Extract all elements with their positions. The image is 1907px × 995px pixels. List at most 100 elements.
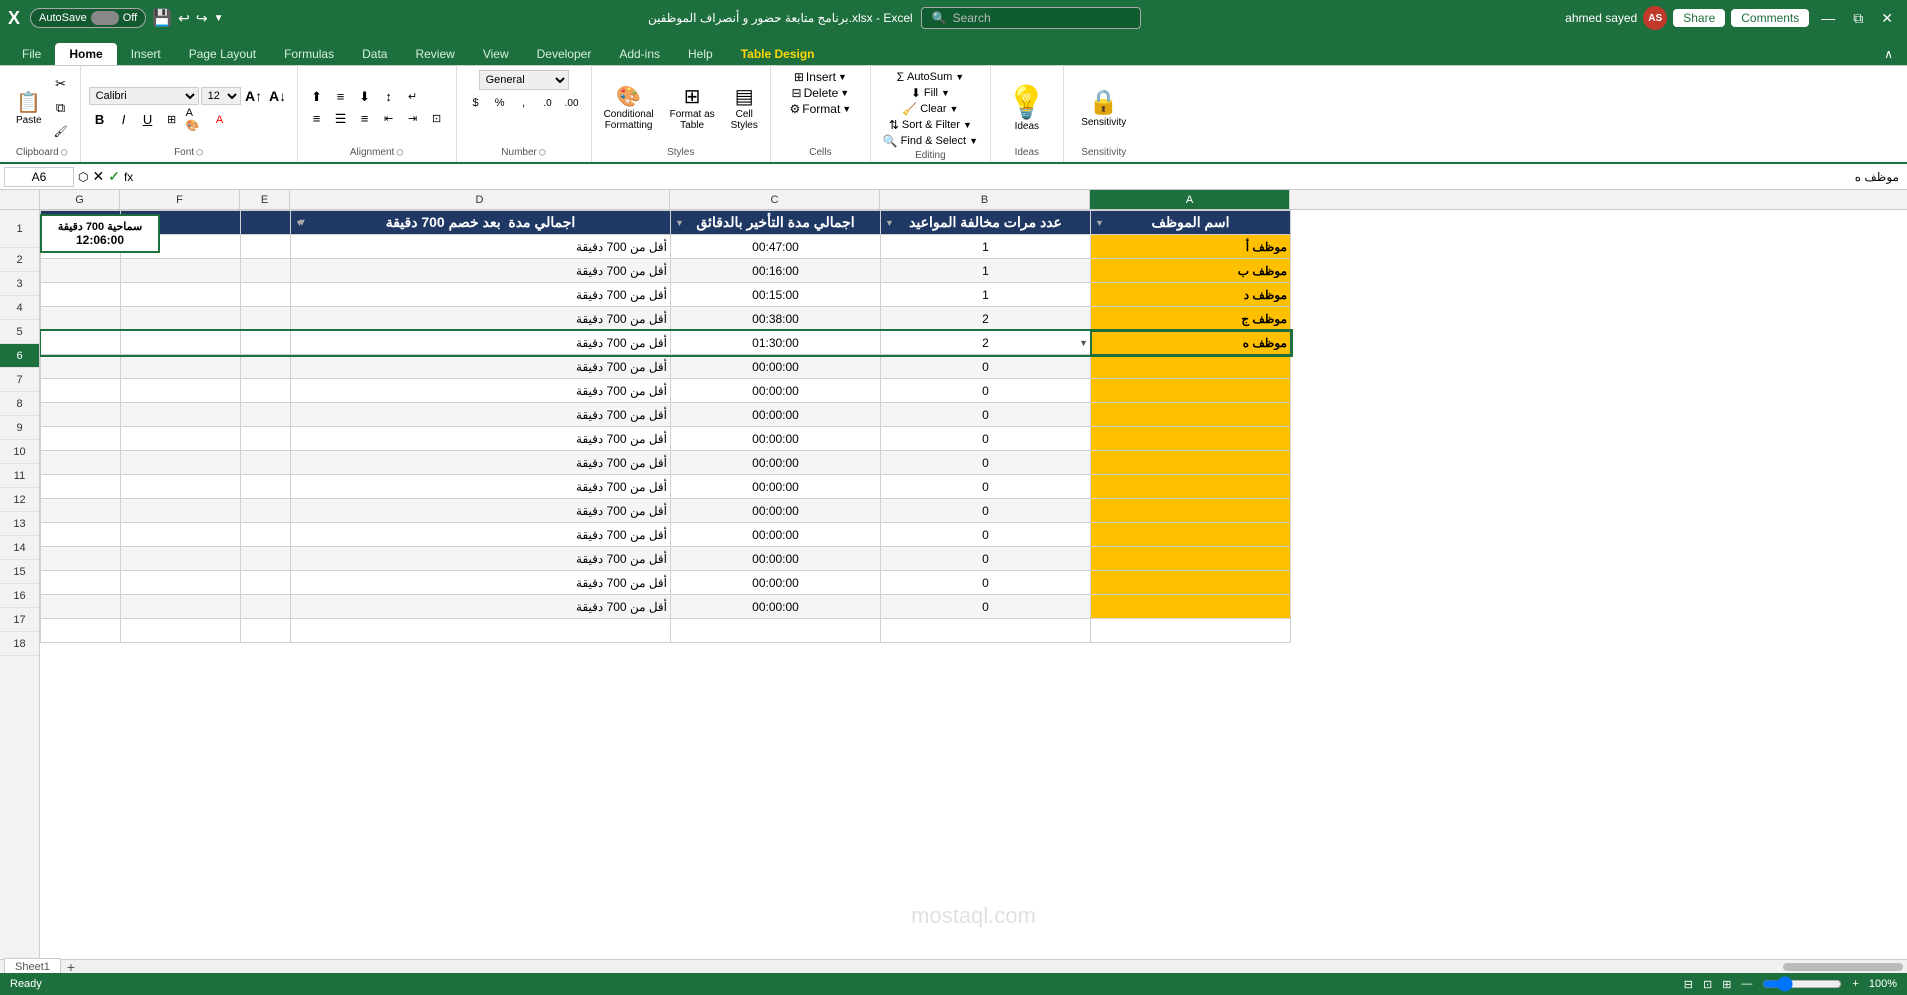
comma-btn[interactable]: , <box>513 93 535 113</box>
cell-c3[interactable]: 00:16:00 <box>671 259 881 283</box>
row-13[interactable]: 13 <box>0 512 39 536</box>
close-button[interactable]: ✕ <box>1875 8 1899 29</box>
add-sheet-btn[interactable]: + <box>67 959 75 974</box>
merge-center-btn[interactable]: ⊡ <box>426 109 448 129</box>
col-header-c[interactable]: C <box>670 190 880 209</box>
cell-c2[interactable]: 00:47:00 <box>671 235 881 259</box>
row-6[interactable]: 6 <box>0 344 39 368</box>
cell-d15[interactable]: أقل من 700 دقيقة <box>291 547 671 571</box>
row-17[interactable]: 17 <box>0 608 39 632</box>
autosave-badge[interactable]: AutoSave Off <box>30 8 146 28</box>
row-9[interactable]: 9 <box>0 416 39 440</box>
cell-e12[interactable] <box>241 475 291 499</box>
tab-table-design[interactable]: Table Design <box>727 43 829 65</box>
row-1[interactable]: 1 <box>0 210 39 248</box>
cell-e2[interactable] <box>241 235 291 259</box>
row-8[interactable]: 8 <box>0 392 39 416</box>
row-15[interactable]: 15 <box>0 560 39 584</box>
cell-a7[interactable] <box>1091 355 1291 379</box>
cell-b13[interactable]: 0 <box>881 499 1091 523</box>
cell-e18[interactable] <box>241 619 291 643</box>
cell-a10[interactable] <box>1091 427 1291 451</box>
cell-g8[interactable] <box>41 379 121 403</box>
cell-d10[interactable]: أقل من 700 دقيقة <box>291 427 671 451</box>
cell-a1[interactable]: اسم الموظف <box>1091 211 1291 235</box>
col-header-a[interactable]: A <box>1090 190 1290 209</box>
cell-c8[interactable]: 00:00:00 <box>671 379 881 403</box>
redo-icon[interactable]: ↪ <box>196 10 208 27</box>
cell-f18[interactable] <box>121 619 241 643</box>
alignment-expand-icon[interactable]: ⬡ <box>396 148 403 157</box>
cell-b2[interactable]: 1 <box>881 235 1091 259</box>
minimize-button[interactable]: — <box>1815 8 1841 28</box>
row-11[interactable]: 11 <box>0 464 39 488</box>
cell-e13[interactable] <box>241 499 291 523</box>
row-14[interactable]: 14 <box>0 536 39 560</box>
cell-c12[interactable]: 00:00:00 <box>671 475 881 499</box>
cell-a18[interactable] <box>1091 619 1291 643</box>
cell-f17[interactable] <box>121 595 241 619</box>
horizontal-scrollbar[interactable]: Sheet1 + <box>0 959 1907 973</box>
cell-a3[interactable]: موظف ب <box>1091 259 1291 283</box>
cell-g12[interactable] <box>41 475 121 499</box>
tab-home[interactable]: Home <box>55 43 116 65</box>
cell-e8[interactable] <box>241 379 291 403</box>
cell-d4[interactable]: أقل من 700 دقيقة <box>291 283 671 307</box>
increase-decimal-btn[interactable]: .00 <box>561 93 583 113</box>
cell-a8[interactable] <box>1091 379 1291 403</box>
cell-e10[interactable] <box>241 427 291 451</box>
cell-c15[interactable]: 00:00:00 <box>671 547 881 571</box>
cell-g6[interactable] <box>41 331 121 355</box>
decrease-decimal-btn[interactable]: .0 <box>537 93 559 113</box>
cell-b1[interactable]: عدد مرات مخالفة المواعيد <box>881 211 1091 235</box>
zoom-out-btn[interactable]: — <box>1741 978 1752 990</box>
cell-c11[interactable]: 00:00:00 <box>671 451 881 475</box>
delete-dropdown-icon[interactable]: ▼ <box>840 88 849 98</box>
align-top-btn[interactable]: ⬆ <box>306 87 328 107</box>
cell-d14[interactable]: أقل من 700 دقيقة <box>291 523 671 547</box>
cell-b12[interactable]: 0 <box>881 475 1091 499</box>
align-bottom-btn[interactable]: ⬇ <box>354 87 376 107</box>
cell-styles-button[interactable]: ▤ CellStyles <box>727 82 762 133</box>
cell-a17[interactable] <box>1091 595 1291 619</box>
border-button[interactable]: ⊞ <box>161 109 183 131</box>
cell-a5[interactable]: موظف ج <box>1091 307 1291 331</box>
align-middle-btn[interactable]: ≡ <box>330 87 352 107</box>
cell-a15[interactable] <box>1091 547 1291 571</box>
autosum-button[interactable]: Σ AutoSum ▼ <box>897 70 965 84</box>
cell-f4[interactable] <box>121 283 241 307</box>
ribbon-collapse-btn[interactable]: ∧ <box>1878 43 1899 65</box>
clear-button[interactable]: 🧹 Clear ▼ <box>902 102 958 116</box>
cell-b3[interactable]: 1 <box>881 259 1091 283</box>
cell-f16[interactable] <box>121 571 241 595</box>
format-dropdown-icon[interactable]: ▼ <box>842 104 851 114</box>
cell-c6[interactable]: 01:30:00 <box>671 331 881 355</box>
tab-view[interactable]: View <box>469 43 523 65</box>
cell-f5[interactable] <box>121 307 241 331</box>
cell-f7[interactable] <box>121 355 241 379</box>
formula-expand-icon[interactable]: ⬡ <box>78 170 88 184</box>
cell-g14[interactable] <box>41 523 121 547</box>
cell-d8[interactable]: أقل من 700 دقيقة <box>291 379 671 403</box>
font-name-select[interactable]: Calibri <box>89 87 199 105</box>
cell-f10[interactable] <box>121 427 241 451</box>
cancel-formula-icon[interactable]: ✕ <box>92 168 104 185</box>
row-12[interactable]: 12 <box>0 488 39 512</box>
cell-c4[interactable]: 00:15:00 <box>671 283 881 307</box>
col-header-b[interactable]: B <box>880 190 1090 209</box>
tab-review[interactable]: Review <box>401 43 468 65</box>
cell-b11[interactable]: 0 <box>881 451 1091 475</box>
conditional-formatting-button[interactable]: 🎨 ConditionalFormatting <box>600 82 658 133</box>
font-color-button[interactable]: A <box>209 109 231 131</box>
col-header-f[interactable]: F <box>120 190 240 209</box>
cell-f3[interactable] <box>121 259 241 283</box>
cell-f15[interactable] <box>121 547 241 571</box>
cell-b17[interactable]: 0 <box>881 595 1091 619</box>
number-expand-icon[interactable]: ⬡ <box>539 148 546 157</box>
autosum-dropdown[interactable]: ▼ <box>955 72 964 82</box>
cell-d16[interactable]: أقل من 700 دقيقة <box>291 571 671 595</box>
cell-g11[interactable] <box>41 451 121 475</box>
cell-d2[interactable]: أقل من 700 دقيقة <box>291 235 671 259</box>
cell-d9[interactable]: أقل من 700 دقيقة <box>291 403 671 427</box>
font-size-select[interactable]: 12 <box>201 87 241 105</box>
